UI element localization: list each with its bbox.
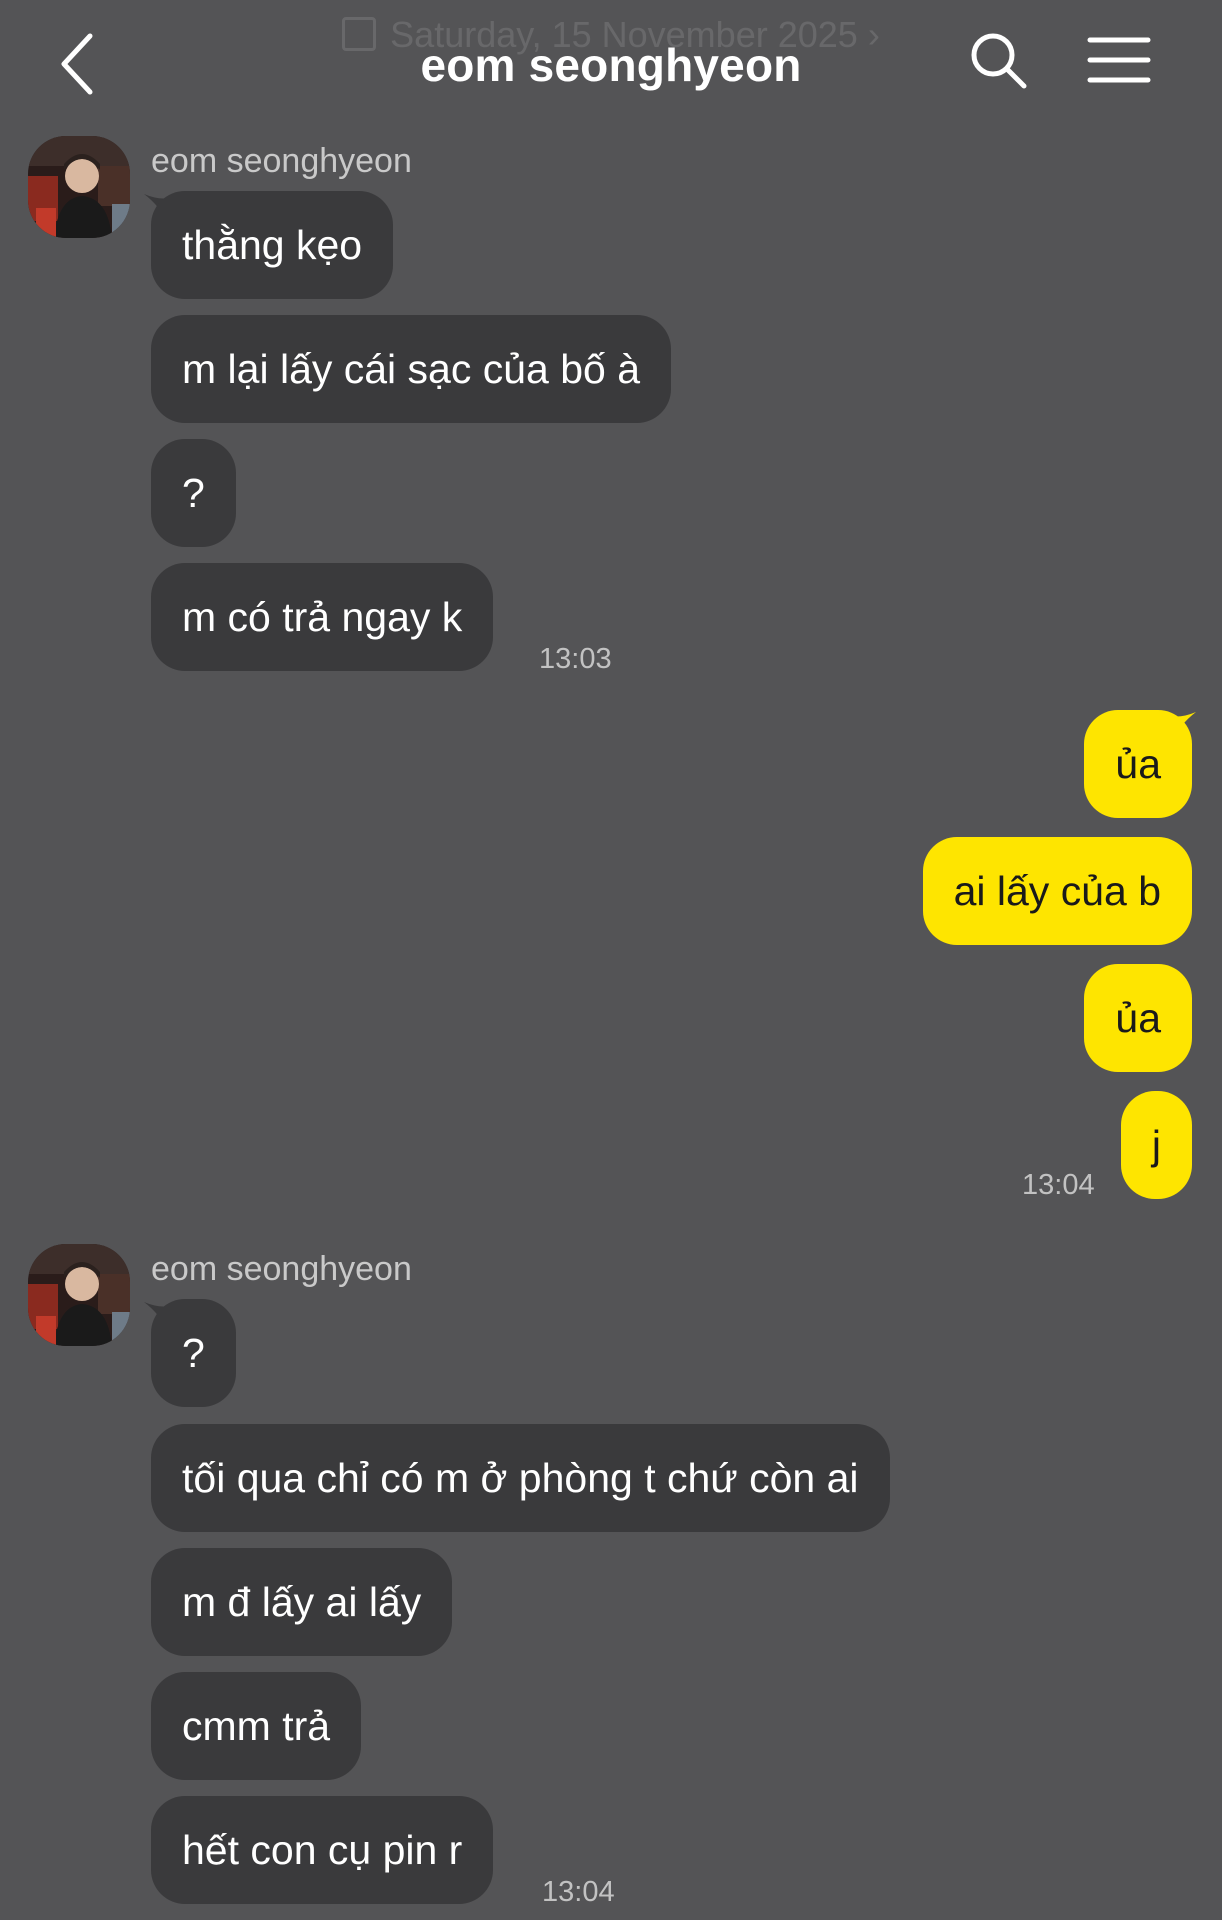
sender-name: eom seonghyeon [151,142,412,180]
sender-name: eom seonghyeon [151,1250,412,1288]
message-time: 13:04 [1022,1169,1095,1201]
message-bubble[interactable]: tối qua chỉ có m ở phòng t chứ còn ai [151,1424,890,1532]
avatar[interactable] [28,1244,130,1346]
search-button[interactable] [968,30,1030,92]
message-bubble[interactable]: cmm trả [151,1672,362,1780]
hamburger-menu-icon [1087,37,1151,83]
menu-button[interactable] [1086,32,1152,88]
message-time: 13:04 [542,1876,615,1908]
message-bubble[interactable]: ? [151,1299,236,1407]
message-bubble[interactable]: ủa [1084,964,1192,1072]
chat-header: Saturday, 15 November 2025 › eom seonghy… [0,0,1222,120]
message-bubble[interactable]: m lại lấy cái sạc của bố à [151,315,672,423]
message-bubble[interactable]: j [1120,1091,1192,1199]
message-bubble[interactable]: m đ lấy ai lấy [151,1548,453,1656]
message-bubble[interactable]: ? [151,439,236,547]
chat-title: eom seonghyeon [420,39,802,91]
message-bubble[interactable]: m có trả ngay k [151,563,494,671]
avatar[interactable] [28,136,130,238]
search-icon [971,33,1027,89]
message-bubble[interactable]: thằng kẹo [151,191,394,299]
message-bubble[interactable]: ủa [1084,710,1192,818]
message-bubble[interactable]: hết con cụ pin r [151,1796,494,1904]
message-time: 13:03 [539,643,612,675]
profile-photo [28,1244,130,1346]
profile-photo [28,136,130,238]
message-bubble[interactable]: ai lấy của b [922,837,1192,945]
